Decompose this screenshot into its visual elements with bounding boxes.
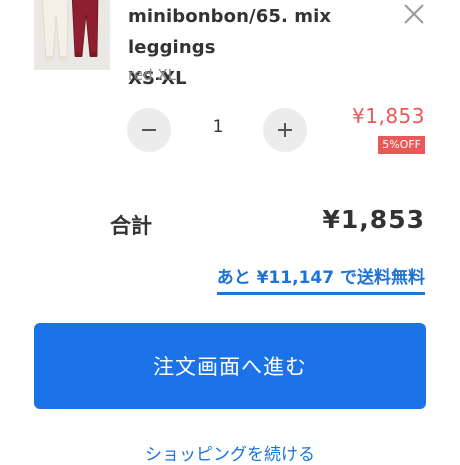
product-thumbnail[interactable] bbox=[34, 0, 110, 70]
minus-icon bbox=[142, 129, 156, 131]
close-icon bbox=[404, 4, 424, 24]
checkout-button[interactable]: 注文画面へ進む bbox=[34, 323, 426, 409]
discount-badge: 5%OFF bbox=[378, 136, 425, 154]
plus-icon bbox=[278, 123, 292, 137]
quantity-value: 1 bbox=[212, 117, 224, 137]
item-price: ¥1,853 bbox=[352, 104, 425, 128]
total-label: 合計 bbox=[110, 214, 152, 238]
increase-quantity-button[interactable] bbox=[263, 108, 307, 152]
leggings-image bbox=[34, 0, 110, 70]
decrease-quantity-button[interactable] bbox=[127, 108, 171, 152]
total-value: ¥1,853 bbox=[322, 205, 425, 234]
continue-shopping-link[interactable]: ショッピングを続ける bbox=[0, 440, 460, 465]
free-shipping-link[interactable]: あと ¥11,147 で送料無料 bbox=[216, 263, 425, 295]
product-title-line1: minibonbon/65. mix leggings bbox=[128, 6, 332, 58]
remove-item-button[interactable] bbox=[402, 2, 426, 26]
product-variant: red XL bbox=[128, 66, 176, 84]
